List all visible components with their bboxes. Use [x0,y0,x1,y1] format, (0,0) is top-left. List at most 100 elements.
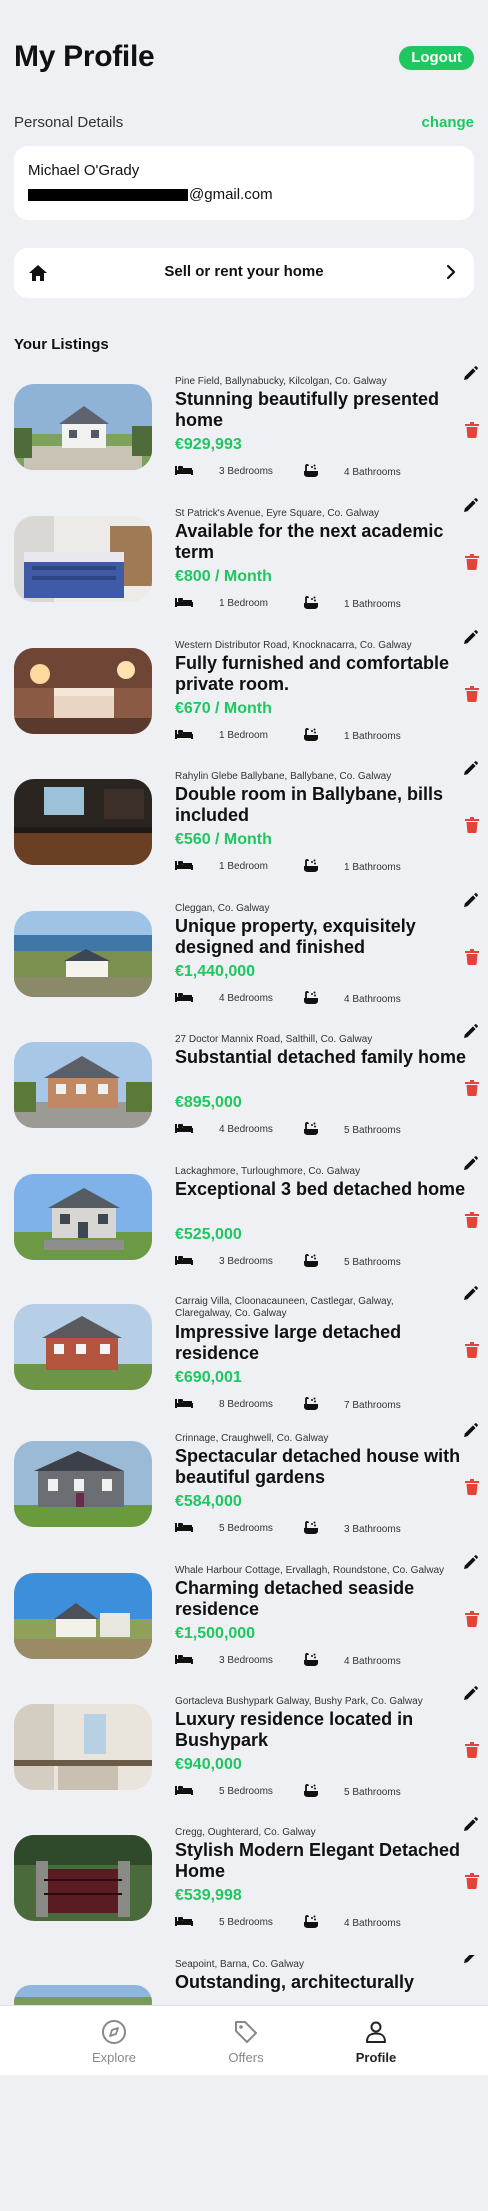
bedrooms-label: 8 Bedrooms [219,1399,273,1410]
delete-listing-button[interactable] [465,949,479,965]
listing-card[interactable]: Lackaghmore, Turloughmore, Co. Galway Exc… [0,1156,488,1292]
edit-listing-button[interactable] [462,1286,478,1302]
listing-title[interactable]: Exceptional 3 bed detached home [175,1179,475,1200]
listing-photo[interactable] [14,1304,152,1390]
bathrooms-info: 4 Bathrooms [302,1914,401,1933]
listing-photo[interactable] [14,648,152,734]
listing-photo[interactable] [14,1042,152,1128]
listing-card[interactable]: Cleggan, Co. Galway Unique property, exqu… [0,893,488,1029]
listing-photo[interactable] [14,516,152,602]
bathtub-icon [302,1652,320,1671]
bathrooms-label: 1 Bathrooms [344,599,401,610]
your-listings-title: Your Listings [14,336,109,353]
change-link[interactable]: change [421,114,474,131]
bottom-tab-bar: Explore Offers Profile [0,2005,488,2075]
bed-icon [175,1914,193,1931]
delete-listing-button[interactable] [465,1742,479,1758]
edit-listing-button[interactable] [462,1955,478,1965]
tab-profile[interactable]: Profile [326,2012,426,2072]
delete-listing-button[interactable] [465,686,479,702]
edit-listing-button[interactable] [462,1423,478,1439]
listing-photo[interactable] [14,779,152,865]
listing-card[interactable]: Carraig Villa, Cloonacauneen, Castlegar,… [0,1286,488,1422]
sell-or-rent-button[interactable]: Sell or rent your home [14,248,474,298]
listing-title[interactable]: Spectacular detached house with beautifu… [175,1446,475,1488]
listing-photo[interactable] [14,384,152,470]
listing-card[interactable]: 27 Doctor Mannix Road, Salthill, Co. Gal… [0,1024,488,1160]
listing-title[interactable]: Double room in Ballybane, bills included [175,784,475,826]
tab-explore[interactable]: Explore [64,2012,164,2072]
pencil-icon [462,1817,478,1837]
delete-listing-button[interactable] [465,1212,479,1228]
edit-listing-button[interactable] [462,893,478,909]
trash-icon [465,1742,479,1762]
bedrooms-info: 3 Bedrooms [175,1253,273,1270]
bedrooms-label: 4 Bedrooms [219,1124,273,1135]
listing-card[interactable]: Crinnage, Craughwell, Co. Galway Spectacu… [0,1423,488,1559]
edit-listing-button[interactable] [462,1817,478,1833]
listing-card[interactable]: St Patrick's Avenue, Eyre Square, Co. Ga… [0,498,488,634]
listing-title[interactable]: Outstanding, architecturally [175,1972,475,1993]
delete-listing-button[interactable] [465,1479,479,1495]
bedrooms-info: 4 Bedrooms [175,990,273,1007]
sell-or-rent-label: Sell or rent your home [164,263,324,280]
bathtub-icon [302,463,320,482]
edit-listing-button[interactable] [462,1555,478,1571]
listing-photo[interactable] [14,911,152,997]
bathrooms-info: 1 Bathrooms [302,595,401,614]
bathrooms-info: 4 Bathrooms [302,463,401,482]
listing-card[interactable]: Pine Field, Ballynabucky, Kilcolgan, Co.… [0,366,488,502]
delete-listing-button[interactable] [465,1080,479,1096]
listing-card[interactable]: Gortacleva Bushypark Galway, Bushy Park,… [0,1686,488,1822]
listing-title[interactable]: Unique property, exquisitely designed an… [175,916,475,958]
bathrooms-label: 7 Bathrooms [344,1400,401,1411]
trash-icon [465,949,479,969]
listing-price: €940,000 [175,1756,242,1773]
listing-card[interactable]: Seapoint, Barna, Co. Galway Outstanding, … [0,1955,488,2005]
delete-listing-button[interactable] [465,1342,479,1358]
edit-listing-button[interactable] [462,1156,478,1172]
bedrooms-label: 3 Bedrooms [219,1256,273,1267]
listing-title[interactable]: Available for the next academic term [175,521,475,563]
trash-icon [465,1212,479,1232]
listing-title[interactable]: Stylish Modern Elegant Detached Home [175,1840,475,1882]
edit-listing-button[interactable] [462,761,478,777]
page-title: My Profile [14,40,155,73]
bedrooms-label: 1 Bedroom [219,730,268,741]
listing-card[interactable]: Whale Harbour Cottage, Ervallagh, Rounds… [0,1555,488,1691]
listing-card[interactable]: Western Distributor Road, Knocknacarra, … [0,630,488,766]
listing-card[interactable]: Cregg, Oughterard, Co. Galway Stylish Mod… [0,1817,488,1953]
edit-listing-button[interactable] [462,630,478,646]
logout-button[interactable]: Logout [399,46,474,70]
listing-title[interactable]: Stunning beautifully presented home [175,389,475,431]
listing-card[interactable]: Rahylin Glebe Ballybane, Ballybane, Co. … [0,761,488,897]
listing-title[interactable]: Substantial detached family home [175,1047,475,1068]
delete-listing-button[interactable] [465,422,479,438]
listing-photo[interactable] [14,1174,152,1260]
listing-photo[interactable] [14,1573,152,1659]
bedrooms-label: 1 Bedroom [219,598,268,609]
listing-title[interactable]: Fully furnished and comfortable private … [175,653,475,695]
listing-price: €525,000 [175,1226,242,1243]
edit-listing-button[interactable] [462,366,478,382]
delete-listing-button[interactable] [465,554,479,570]
bedrooms-label: 5 Bedrooms [219,1786,273,1797]
listing-photo[interactable] [14,1441,152,1527]
listing-photo[interactable] [14,1704,152,1790]
tab-offers[interactable]: Offers [196,2012,296,2072]
listing-price: €670 / Month [175,700,272,717]
listing-title[interactable]: Impressive large detached residence [175,1322,475,1364]
delete-listing-button[interactable] [465,1611,479,1627]
tab-explore-label: Explore [91,2050,137,2065]
listing-title[interactable]: Charming detached seaside residence [175,1578,475,1620]
listing-photo[interactable] [14,1985,152,2005]
delete-listing-button[interactable] [465,1873,479,1889]
listing-photo[interactable] [14,1835,152,1921]
listing-title[interactable]: Luxury residence located in Bushypark [175,1709,475,1751]
edit-listing-button[interactable] [462,498,478,514]
delete-listing-button[interactable] [465,817,479,833]
trash-icon [465,1479,479,1499]
edit-listing-button[interactable] [462,1024,478,1040]
listing-price: €690,001 [175,1369,242,1386]
edit-listing-button[interactable] [462,1686,478,1702]
